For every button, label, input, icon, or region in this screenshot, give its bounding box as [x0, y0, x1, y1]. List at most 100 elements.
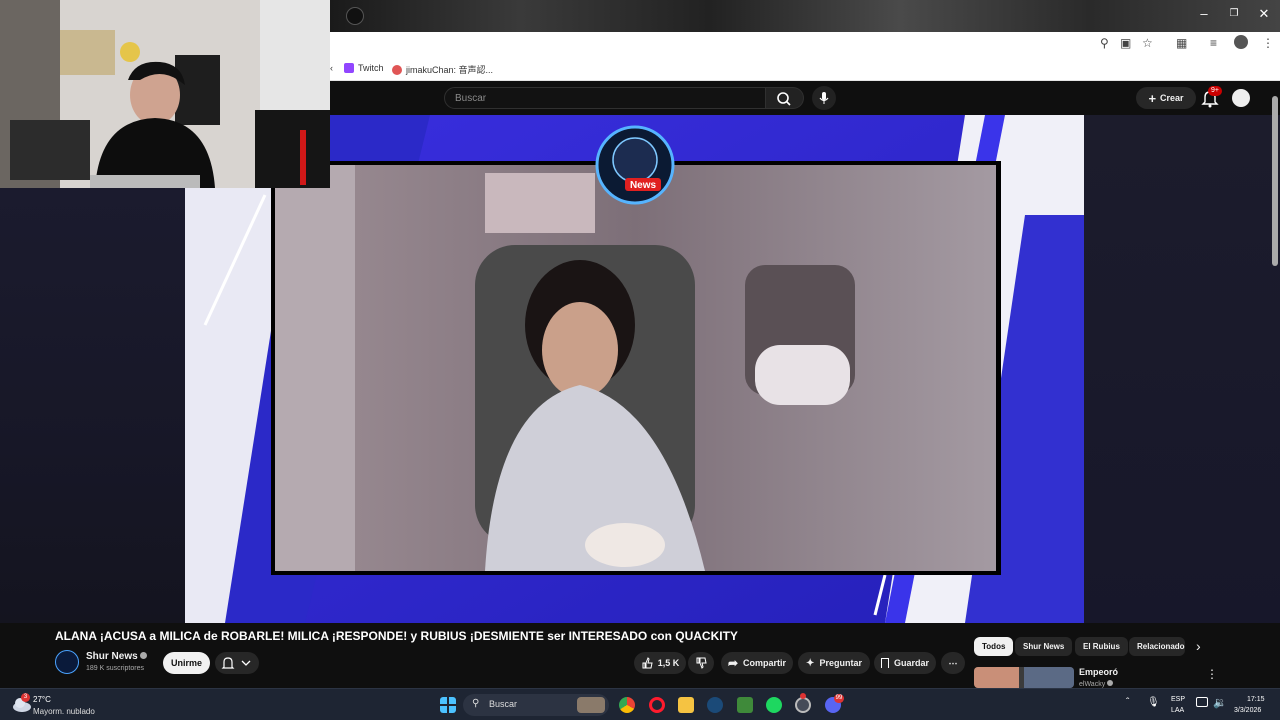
thumbs-down-icon [696, 657, 707, 669]
recommended-video-title[interactable]: Empeoró [1079, 667, 1118, 677]
weather-description[interactable]: Mayorm. nublado [33, 707, 95, 716]
maximize-icon[interactable]: ❐ [1224, 8, 1244, 19]
webcam-overlay [0, 0, 330, 188]
notification-badge: 9+ [1208, 86, 1222, 96]
subscribe-notifications-button[interactable] [215, 652, 259, 674]
weather-temperature[interactable]: 27°C [33, 695, 51, 704]
share-label: Compartir [743, 658, 787, 668]
webcam-feed [0, 0, 330, 188]
verified-icon [140, 652, 148, 659]
create-label: Crear [1160, 93, 1184, 103]
minecraft-icon[interactable] [737, 697, 753, 713]
network-icon[interactable] [1196, 697, 1208, 707]
share-button[interactable]: ➦ Compartir [721, 652, 793, 674]
microphone-icon [819, 92, 829, 104]
subscriber-count: 189 K suscriptores [86, 665, 144, 672]
windows-taskbar: 3 27°C Mayorm. nublado ⚲ Buscar 99 ˆ 🎙 E… [0, 688, 1280, 720]
more-horizontal-icon: ⋯ [948, 657, 958, 668]
plus-icon: + [1148, 90, 1157, 106]
more-actions-button[interactable]: ⋯ [941, 652, 965, 674]
video-player[interactable]: News [185, 115, 1084, 623]
keyboard-language[interactable]: ESP [1171, 696, 1185, 703]
save-button[interactable]: Guardar [874, 652, 936, 674]
bookmark-icon [880, 658, 889, 668]
steam-icon[interactable] [707, 697, 723, 713]
zoom-icon[interactable]: ⚲ [1100, 36, 1109, 50]
clock-time[interactable]: 17:15 [1247, 696, 1265, 703]
search-highlight-image [577, 697, 605, 713]
weather-badge: 3 [21, 693, 30, 702]
tab-favicon[interactable] [346, 7, 364, 25]
chip-todos[interactable]: Todos [974, 637, 1014, 656]
bookmark-label: jimakuChan: 音声認... [406, 65, 494, 75]
video-logo-text: News [630, 180, 657, 191]
user-avatar[interactable] [1232, 89, 1250, 107]
search-placeholder: Buscar [455, 93, 487, 104]
profile-avatar-icon[interactable] [1234, 35, 1248, 49]
search-button[interactable] [766, 87, 804, 109]
bookmark-jimakuchan[interactable]: jimakuChan: 音声認... [392, 63, 493, 76]
join-button[interactable]: Unirme [163, 652, 210, 674]
bookmarks-overflow-chevron[interactable]: ‹ [330, 63, 333, 73]
install-app-icon[interactable]: ▣ [1120, 36, 1131, 50]
share-icon: ➦ [727, 656, 739, 670]
extensions-icon[interactable]: ▦ [1176, 36, 1187, 50]
opera-icon[interactable] [649, 697, 665, 713]
bookmarks-bar: ‹ Twitch jimakuChan: 音声認... [330, 56, 1280, 81]
windows-start-icon[interactable] [440, 697, 456, 713]
minimize-icon[interactable]: – [1194, 6, 1214, 21]
thumbnail-bg [1024, 667, 1074, 688]
taskbar-search-box[interactable]: ⚲ Buscar [463, 694, 609, 716]
clock-date[interactable]: 3/3/2026 [1234, 707, 1261, 714]
search-input[interactable]: Buscar [444, 87, 766, 109]
file-explorer-icon[interactable] [678, 697, 694, 713]
twitch-icon [344, 63, 354, 73]
tray-overflow-chevron-icon[interactable]: ˆ [1126, 697, 1129, 708]
discord-badge: 99 [834, 694, 844, 703]
settings-gear-icon[interactable] [795, 697, 811, 713]
thumbs-up-icon [642, 657, 653, 669]
chrome-icon[interactable] [619, 697, 635, 713]
video-title: ALANA ¡ACUSA a MILICA de ROBARLE! MILICA… [55, 629, 738, 643]
spotify-icon[interactable] [766, 697, 782, 713]
channel-name-text: Shur News [86, 651, 138, 662]
browser-menu-icon[interactable]: ⋮ [1262, 36, 1274, 50]
chip-relacionado[interactable]: Relacionado [1129, 637, 1185, 656]
voice-search-button[interactable] [812, 86, 836, 110]
channel-name[interactable]: Shur News [86, 651, 148, 662]
volume-icon[interactable]: 🔉 [1213, 696, 1227, 709]
page-scrollbar[interactable] [1271, 88, 1279, 688]
dislike-button[interactable] [688, 652, 714, 674]
save-label: Guardar [893, 658, 929, 668]
page-background-left [0, 188, 185, 623]
page-background-right [1084, 115, 1280, 623]
ask-button[interactable]: ✦ Preguntar [798, 652, 870, 674]
address-bar[interactable]: ⚲ ▣ ☆ ▦ ≡ ⋮ [330, 32, 1280, 56]
keyboard-layout[interactable]: LAA [1171, 707, 1184, 714]
ask-label: Preguntar [819, 658, 862, 668]
chip-el-rubius[interactable]: El Rubius [1075, 637, 1128, 656]
microphone-tray-icon[interactable]: 🎙 [1147, 697, 1160, 708]
bookmark-star-icon[interactable]: ☆ [1142, 36, 1153, 50]
bookmark-twitch[interactable]: Twitch [344, 63, 384, 73]
video-frame: News [185, 115, 1084, 623]
reading-list-icon[interactable]: ≡ [1210, 36, 1217, 50]
verified-icon [1107, 680, 1114, 686]
bell-dropdown-icon [221, 657, 251, 669]
recommended-channel-text: elWacky [1079, 681, 1106, 688]
chips-next-chevron-icon[interactable]: › [1196, 638, 1201, 654]
search-icon [777, 92, 791, 106]
taskbar-search-label: Buscar [489, 699, 518, 709]
recommended-video-thumbnail[interactable] [974, 667, 1074, 688]
like-button[interactable]: 1,5 K [634, 652, 686, 674]
scrollbar-thumb[interactable] [1272, 96, 1278, 266]
sparkle-icon: ✦ [806, 657, 815, 669]
create-button[interactable]: + Crear [1136, 87, 1196, 109]
recommended-more-icon[interactable]: ⋮ [1206, 667, 1218, 681]
channel-avatar[interactable] [55, 650, 79, 674]
recommended-video-channel[interactable]: elWacky [1079, 680, 1114, 688]
close-icon[interactable]: ✕ [1254, 6, 1274, 22]
chip-shur-news[interactable]: Shur News [1015, 637, 1073, 656]
search-icon: ⚲ [472, 698, 480, 709]
jimakuchan-icon [392, 64, 402, 75]
